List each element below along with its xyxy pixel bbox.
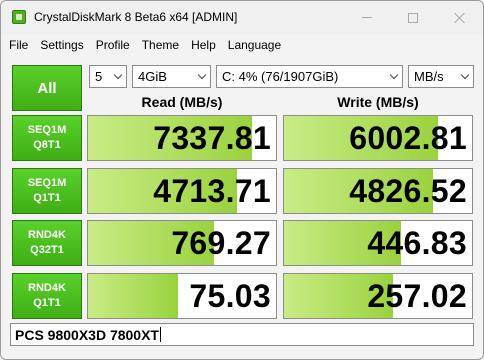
test-params: Q8T1 [33, 139, 61, 151]
comment-input[interactable]: PCS 9800X3D 7800XT [10, 323, 474, 346]
window-title: CrystalDiskMark 8 Beta6 x64 [ADMIN] [34, 10, 238, 24]
read-value: 7337.81 [153, 119, 271, 156]
write-value: 6002.81 [349, 119, 467, 156]
text-caret [159, 327, 161, 342]
test-count-select[interactable]: 5 [89, 65, 127, 88]
minimize-icon [362, 17, 372, 18]
unit-value: MB/s [414, 69, 444, 84]
test-count-value: 5 [95, 69, 103, 84]
read-bar-fill [88, 274, 179, 318]
app-window: CrystalDiskMark 8 Beta6 x64 [ADMIN] File… [0, 0, 484, 360]
drive-select[interactable]: C: 4% (76/1907GiB) [216, 65, 403, 88]
test-button-rnd4k-q1t1[interactable]: RND4K Q1T1 [12, 273, 82, 319]
read-result-rnd4k-q32t1: 769.27 [87, 220, 277, 266]
close-button[interactable] [436, 1, 482, 34]
write-value: 257.02 [367, 277, 467, 314]
close-icon [454, 12, 465, 23]
read-value: 769.27 [171, 224, 271, 261]
test-name: RND4K [28, 282, 66, 294]
chevron-down-icon [198, 73, 206, 81]
write-value: 446.83 [367, 224, 467, 261]
read-result-rnd4k-q1t1: 75.03 [87, 273, 277, 319]
maximize-icon [408, 12, 418, 23]
read-value: 4713.71 [153, 172, 271, 209]
test-params: Q1T1 [33, 297, 61, 309]
test-button-rnd4k-q32t1[interactable]: RND4K Q32T1 [12, 220, 82, 266]
menu-help[interactable]: Help [185, 38, 222, 52]
read-column-header: Read (MB/s) [141, 94, 223, 110]
write-result-seq1m-q1t1: 4826.52 [283, 168, 473, 214]
test-params: Q32T1 [30, 244, 64, 256]
test-params: Q1T1 [33, 192, 61, 204]
test-size-select[interactable]: 4GiB [132, 65, 211, 88]
maximize-button[interactable] [390, 1, 436, 34]
run-all-button[interactable]: All [12, 65, 82, 111]
menu-language[interactable]: Language [222, 38, 287, 52]
menu-bar: File Settings Profile Theme Help Languag… [1, 35, 483, 55]
unit-select[interactable]: MB/s [408, 65, 474, 88]
test-name: RND4K [28, 229, 66, 241]
drive-value: C: 4% (76/1907GiB) [222, 69, 339, 84]
chevron-down-icon [390, 73, 398, 81]
title-bar: CrystalDiskMark 8 Beta6 x64 [ADMIN] [1, 1, 483, 34]
menu-profile[interactable]: Profile [90, 38, 136, 52]
crystaldiskmark-app-icon [12, 10, 26, 24]
write-value: 4826.52 [349, 172, 467, 209]
minimize-button[interactable] [344, 1, 390, 34]
test-button-seq1m-q1t1[interactable]: SEQ1M Q1T1 [12, 168, 82, 214]
read-value: 75.03 [189, 277, 271, 314]
menu-settings[interactable]: Settings [34, 38, 89, 52]
menu-file[interactable]: File [1, 38, 34, 52]
read-result-seq1m-q1t1: 4713.71 [87, 168, 277, 214]
write-result-seq1m-q8t1: 6002.81 [283, 115, 473, 161]
write-result-rnd4k-q1t1: 257.02 [283, 273, 473, 319]
comment-text: PCS 9800X3D 7800XT [15, 326, 159, 343]
test-button-seq1m-q8t1[interactable]: SEQ1M Q8T1 [12, 115, 82, 161]
test-name: SEQ1M [27, 124, 67, 136]
write-result-rnd4k-q32t1: 446.83 [283, 220, 473, 266]
read-result-seq1m-q8t1: 7337.81 [87, 115, 277, 161]
test-size-value: 4GiB [138, 69, 167, 84]
chevron-down-icon [461, 73, 469, 81]
chevron-down-icon [114, 73, 122, 81]
menu-theme[interactable]: Theme [136, 38, 185, 52]
test-name: SEQ1M [27, 177, 67, 189]
write-column-header: Write (MB/s) [337, 94, 419, 110]
benchmark-panel: All 5 4GiB C: 4% (76/1907GiB) MB/s Read … [1, 57, 483, 359]
